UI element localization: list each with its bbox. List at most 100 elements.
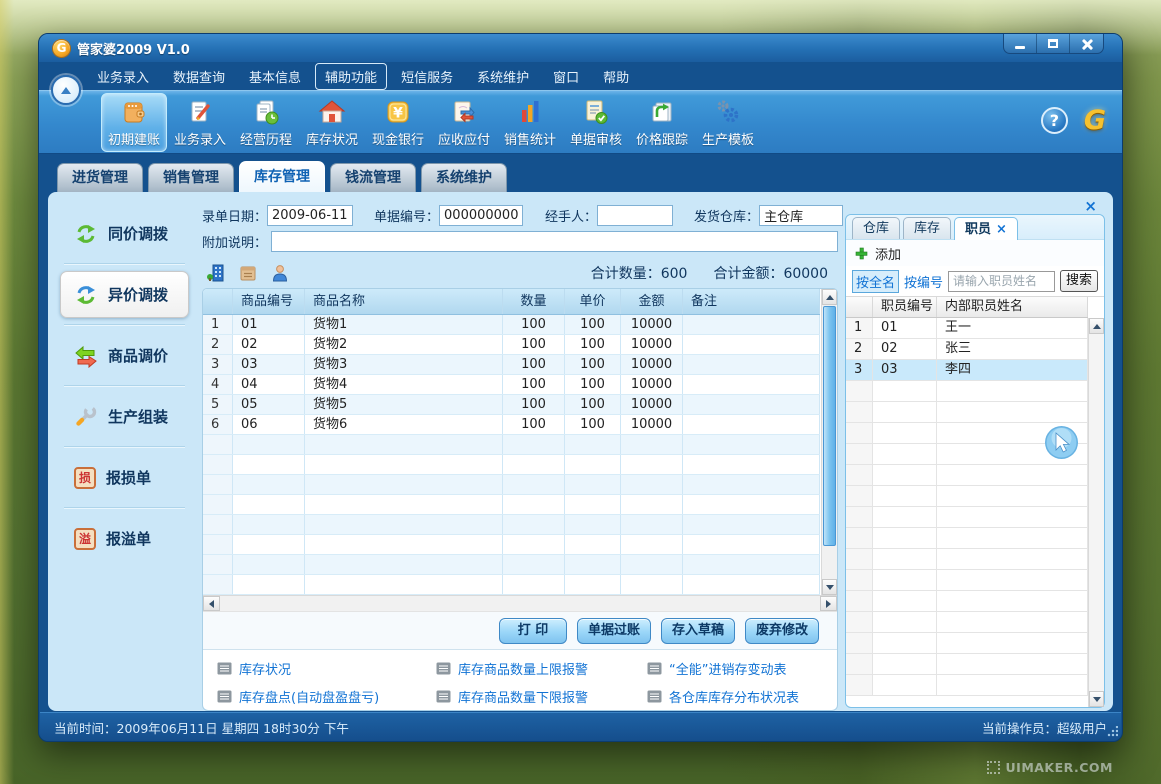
link-omni-change-report[interactable]: “全能”进销存变动表 [647, 659, 837, 678]
toolbar-item-sales-statistics[interactable]: 销售统计 [497, 93, 563, 152]
sidebar-item-price-adjustment[interactable]: 商品调价 [60, 332, 189, 379]
staff-scrollbar[interactable] [1088, 318, 1104, 707]
table-row-empty[interactable] [203, 455, 820, 475]
staff-row-empty[interactable] [846, 549, 1088, 570]
vertical-scrollbar[interactable] [821, 289, 837, 595]
menu-item-sms[interactable]: 短信服务 [391, 63, 463, 90]
scroll-up-button[interactable] [822, 289, 837, 305]
link-warehouse-distribution[interactable]: 各仓库库存分布状况表 [647, 687, 837, 706]
toolbar-item-document-audit[interactable]: 单据审核 [563, 93, 629, 152]
help-icon[interactable]: ? [1041, 107, 1068, 134]
doc-no-input[interactable] [439, 205, 523, 226]
menu-item-basic-info[interactable]: 基本信息 [239, 63, 311, 90]
table-row[interactable]: 505货物510010010000 [203, 395, 820, 415]
toolbar-item-business-history[interactable]: 经营历程 [233, 93, 299, 152]
table-row-empty[interactable] [203, 515, 820, 535]
building-icon[interactable] [206, 263, 226, 283]
table-row-empty[interactable] [203, 535, 820, 555]
staff-row-empty[interactable] [846, 591, 1088, 612]
toolbar-item-cash-bank[interactable]: ¥ 现金银行 [365, 93, 431, 152]
minimize-button[interactable] [1004, 34, 1037, 53]
panel-close-icon[interactable]: × [1084, 199, 1097, 213]
menu-item-data-query[interactable]: 数据查询 [163, 63, 235, 90]
helper-tab-staff[interactable]: 职员× [954, 217, 1018, 240]
helper-tab-warehouse[interactable]: 仓库 [852, 217, 900, 239]
scroll-down-button[interactable] [822, 579, 837, 595]
staff-row-selected[interactable]: 303李四 [846, 360, 1088, 381]
staff-row-empty[interactable] [846, 675, 1088, 696]
staff-row-empty[interactable] [846, 402, 1088, 423]
toolbar-item-receivable-payable[interactable]: 应收应付 [431, 93, 497, 152]
tab-sales-management[interactable]: 销售管理 [148, 163, 234, 192]
staff-search-input[interactable] [948, 271, 1055, 292]
filter-by-code-toggle[interactable]: 按编号 [904, 272, 943, 291]
staff-row[interactable]: 101王一 [846, 318, 1088, 339]
handler-input[interactable] [597, 205, 673, 226]
menu-item-business-entry[interactable]: 业务录入 [87, 63, 159, 90]
table-row[interactable]: 202货物210010010000 [203, 335, 820, 355]
table-row[interactable]: 606货物610010010000 [203, 415, 820, 435]
table-row-empty[interactable] [203, 495, 820, 515]
staff-row-empty[interactable] [846, 570, 1088, 591]
note-input[interactable] [271, 231, 838, 252]
person-icon[interactable] [270, 263, 290, 283]
table-row-empty[interactable] [203, 555, 820, 575]
scrollbar-thumb[interactable] [823, 306, 836, 546]
tab-inventory-management[interactable]: 库存管理 [239, 161, 325, 192]
date-input[interactable] [267, 205, 353, 226]
discard-changes-button[interactable]: 废弃修改 [745, 618, 819, 644]
toolbar-item-business-entry[interactable]: 业务录入 [167, 93, 233, 152]
staff-row-empty[interactable] [846, 486, 1088, 507]
table-row-empty[interactable] [203, 475, 820, 495]
scroll-left-button[interactable] [203, 596, 220, 611]
staff-row-empty[interactable] [846, 612, 1088, 633]
add-row[interactable]: 添加 [846, 240, 1104, 266]
tab-close-icon[interactable]: × [996, 219, 1007, 240]
menu-item-window[interactable]: 窗口 [543, 63, 589, 90]
post-document-button[interactable]: 单据过账 [577, 618, 651, 644]
scroll-right-button[interactable] [820, 596, 837, 611]
toolbar-item-initial-setup[interactable]: 初期建账 [101, 93, 167, 152]
link-inventory-status[interactable]: 库存状况 [217, 659, 436, 678]
print-button[interactable]: 打 印 [499, 618, 567, 644]
table-row-empty[interactable] [203, 575, 820, 595]
search-button[interactable]: 搜索 [1060, 270, 1098, 292]
resize-grip[interactable] [1106, 726, 1118, 738]
helper-tab-inventory[interactable]: 库存 [903, 217, 951, 239]
sidebar-item-production-assembly[interactable]: 生产组装 [60, 393, 189, 440]
toolbar-item-production-template[interactable]: 生产模板 [695, 93, 761, 152]
close-button[interactable] [1070, 34, 1103, 53]
toolbar-item-price-tracking[interactable]: 价格跟踪 [629, 93, 695, 152]
filter-by-name-toggle[interactable]: 按全名 [852, 270, 899, 293]
tab-purchase-management[interactable]: 进货管理 [57, 163, 143, 192]
staff-row[interactable]: 202张三 [846, 339, 1088, 360]
scroll-up-button[interactable] [1089, 318, 1104, 334]
staff-row-empty[interactable] [846, 507, 1088, 528]
link-upper-limit-alert[interactable]: 库存商品数量上限报警 [436, 659, 647, 678]
menu-item-auxiliary[interactable]: 辅助功能 [315, 63, 387, 90]
sidebar-item-same-price-transfer[interactable]: 同价调拨 [60, 210, 189, 257]
table-row-empty[interactable] [203, 435, 820, 455]
sidebar-item-overflow-report[interactable]: 溢 报溢单 [60, 515, 189, 562]
horizontal-scrollbar[interactable] [203, 595, 837, 612]
staff-row-empty[interactable] [846, 633, 1088, 654]
collapse-toolbar-button[interactable] [51, 75, 81, 105]
scroll-down-button[interactable] [1089, 691, 1104, 707]
link-stocktake[interactable]: 库存盘点(自动盘盈盘亏) [217, 687, 436, 706]
save-draft-button[interactable]: 存入草稿 [661, 618, 735, 644]
tab-cashflow-management[interactable]: 钱流管理 [330, 163, 416, 192]
tab-system-maintenance[interactable]: 系统维护 [421, 163, 507, 192]
table-row[interactable]: 303货物310010010000 [203, 355, 820, 375]
staff-row-empty[interactable] [846, 381, 1088, 402]
warehouse-input[interactable] [759, 205, 843, 226]
sidebar-item-loss-report[interactable]: 损 报损单 [60, 454, 189, 501]
maximize-button[interactable] [1037, 34, 1070, 53]
sidebar-item-diff-price-transfer[interactable]: 异价调拨 [60, 271, 189, 318]
staff-row-empty[interactable] [846, 465, 1088, 486]
staff-row-empty[interactable] [846, 528, 1088, 549]
menu-item-help[interactable]: 帮助 [593, 63, 639, 90]
package-icon[interactable] [238, 263, 258, 283]
toolbar-item-inventory-status[interactable]: 库存状况 [299, 93, 365, 152]
table-row[interactable]: 101货物110010010000 [203, 315, 820, 335]
menu-item-system-maintenance[interactable]: 系统维护 [467, 63, 539, 90]
